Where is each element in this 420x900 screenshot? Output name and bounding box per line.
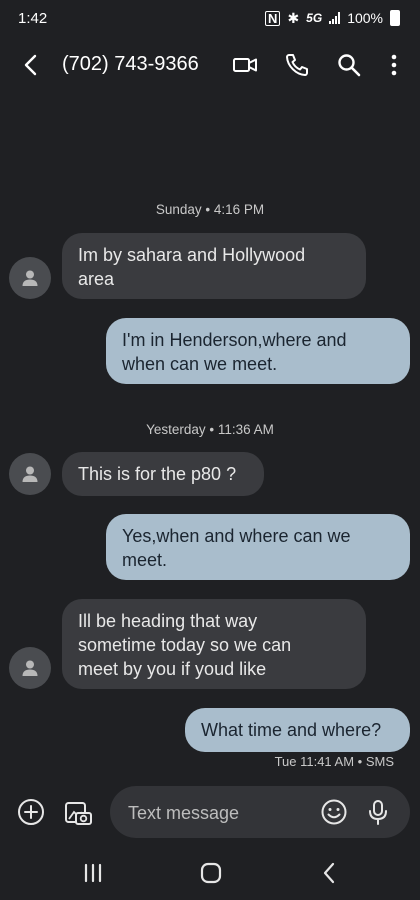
message-text-line: What time and where?	[201, 720, 382, 740]
video-call-icon[interactable]	[232, 52, 258, 83]
message-text-line: meet by you if youd like	[78, 659, 267, 679]
date-separator-sunday: Sunday • 4:16 PM	[155, 202, 265, 217]
nav-back-icon[interactable]	[318, 860, 340, 891]
message-outgoing[interactable]: Yes,when and where can we meet.	[106, 514, 410, 580]
message-text-line: This is for the p80 ?	[78, 464, 237, 484]
contact-title[interactable]: (702) 743-9366	[62, 53, 199, 76]
emoji-icon[interactable]	[320, 798, 348, 831]
message-text-line: Im by sahara and Hollywood	[78, 245, 306, 265]
search-icon[interactable]	[336, 52, 362, 83]
gallery-icon[interactable]	[63, 797, 93, 832]
message-incoming[interactable]: This is for the p80 ?	[62, 452, 264, 496]
person-icon	[22, 270, 38, 286]
conversation-header: (702) 743-9366	[0, 42, 420, 88]
home-icon[interactable]	[199, 860, 223, 891]
message-input[interactable]	[126, 800, 310, 826]
message-incoming[interactable]: Ill be heading that way sometime today s…	[62, 599, 366, 689]
message-text-line: sometime today so we can	[78, 635, 292, 655]
add-icon[interactable]	[17, 798, 45, 831]
message-text-line: Yes,when and where can we	[122, 526, 351, 546]
battery-icon	[390, 10, 400, 26]
status-bar: 1:42 N ✱ 5G 100%	[0, 0, 420, 36]
recents-icon[interactable]	[82, 860, 104, 891]
composer-bar	[0, 786, 420, 840]
message-incoming[interactable]: Im by sahara and Hollywood area	[62, 233, 366, 299]
date-separator-yesterday: Yesterday • 11:36 AM	[146, 422, 274, 437]
more-vert-icon[interactable]	[384, 52, 404, 83]
avatar[interactable]	[9, 647, 51, 689]
nfc-icon: N	[265, 10, 281, 26]
message-text-line: when can we meet.	[122, 354, 278, 374]
message-text-line: meet.	[122, 550, 168, 570]
message-input-container[interactable]	[110, 786, 410, 838]
avatar[interactable]	[9, 257, 51, 299]
battery-level: 100%	[347, 10, 383, 26]
person-icon	[22, 660, 38, 676]
message-outgoing[interactable]: I'm in Henderson,where and when can we m…	[106, 318, 410, 384]
status-time: 1:42	[18, 9, 48, 27]
message-text-line: I'm in Henderson,where and	[122, 330, 347, 350]
message-outgoing[interactable]: What time and where?	[185, 708, 410, 752]
status-icons: N ✱ 5G 100%	[265, 10, 400, 27]
system-nav-bar	[0, 848, 420, 900]
back-icon[interactable]	[18, 52, 44, 83]
message-text-line: Ill be heading that way	[78, 611, 258, 631]
message-text-line: area	[78, 269, 115, 289]
avatar[interactable]	[9, 453, 51, 495]
message-timestamp: Tue 11:41 AM • SMS	[274, 754, 394, 769]
phone-icon[interactable]	[284, 52, 310, 83]
bluetooth-icon: ✱	[287, 9, 300, 26]
network-type: 5G	[306, 11, 323, 25]
signal-icon	[329, 12, 341, 24]
person-icon	[22, 466, 38, 482]
mic-icon[interactable]	[366, 798, 390, 831]
